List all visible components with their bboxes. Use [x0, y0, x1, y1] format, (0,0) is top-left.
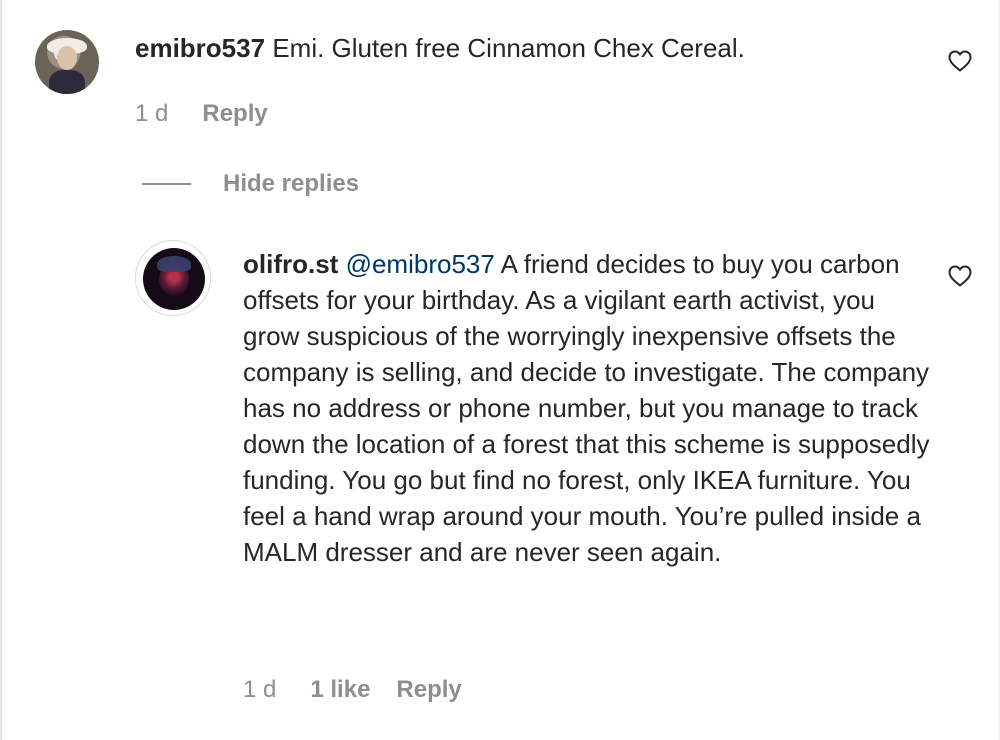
thread-divider-line	[142, 183, 191, 185]
hide-replies-button[interactable]: Hide replies	[142, 169, 359, 199]
avatar[interactable]	[143, 248, 205, 310]
comment-timestamp: 1 d	[135, 100, 169, 127]
like-count[interactable]: 1 like	[310, 675, 370, 705]
comment-text-block: emibro537 Emi. Gluten free Cinnamon Chex…	[135, 30, 915, 66]
heart-icon[interactable]	[948, 265, 972, 287]
comment-meta: 1 d Reply	[135, 99, 268, 129]
reply-button[interactable]: Reply	[396, 675, 461, 705]
avatar-hair-shape	[157, 256, 191, 272]
reply-timestamp: 1 d	[243, 676, 277, 703]
comment-username[interactable]: emibro537	[135, 33, 265, 63]
window-left-border	[0, 0, 2, 740]
reply-body: A friend decides to buy you carbon offse…	[243, 249, 930, 567]
hide-replies-label: Hide replies	[223, 170, 360, 197]
avatar[interactable]	[35, 30, 99, 94]
reply-meta: 1 d 1 like Reply	[243, 675, 462, 705]
heart-icon[interactable]	[948, 50, 972, 72]
reply-text-block: olifro.st @emibro537 A friend decides to…	[243, 246, 933, 570]
reply-username[interactable]: olifro.st	[243, 249, 338, 279]
reply-mention-link[interactable]: @emibro537	[346, 249, 495, 279]
comment-body: Emi. Gluten free Cinnamon Chex Cereal.	[272, 33, 745, 63]
avatar-face-shape	[57, 46, 77, 70]
avatar-body-shape	[49, 70, 85, 94]
reply-button[interactable]: Reply	[202, 99, 267, 129]
